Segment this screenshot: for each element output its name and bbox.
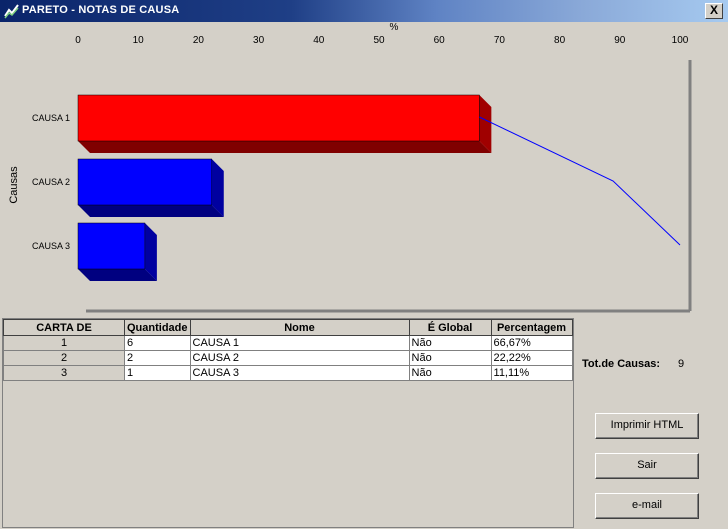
bar	[77, 94, 492, 153]
category-label: CAUSA 2	[32, 177, 70, 187]
exit-button[interactable]: Sair	[595, 453, 699, 479]
chart-title: %	[390, 22, 399, 33]
row-number: 2	[3, 350, 125, 366]
cell-global[interactable]: Não	[408, 335, 492, 351]
cell-global[interactable]: Não	[408, 365, 492, 381]
x-tick-label: 90	[614, 35, 626, 46]
data-grid[interactable]: CARTA DE Quantidade Nome É Global Percen…	[2, 318, 574, 528]
cell-global[interactable]: Não	[408, 350, 492, 366]
col-header-percentagem[interactable]: Percentagem	[490, 319, 573, 336]
cell-percentagem[interactable]: 66,67%	[490, 335, 573, 351]
col-header-carta[interactable]: CARTA DE	[3, 319, 125, 336]
print-html-button[interactable]: Imprimir HTML	[595, 413, 699, 439]
col-header-quantidade[interactable]: Quantidade	[124, 319, 191, 336]
x-tick-label: 10	[133, 35, 145, 46]
total-causes-value: 9	[678, 358, 685, 370]
cell-quantidade[interactable]: 6	[124, 335, 191, 351]
data-table: CARTA DE Quantidade Nome É Global Percen…	[3, 319, 573, 381]
email-button[interactable]: e-mail	[595, 493, 699, 519]
category-label: CAUSA 1	[32, 113, 70, 123]
pareto-chart: 0 10 20 30 40 50 60 70 80 90 100 % Causas CAUSA 1 C…	[2, 22, 724, 314]
x-tick-label: 80	[554, 35, 566, 46]
x-tick-label: 30	[253, 35, 265, 46]
cell-nome[interactable]: CAUSA 3	[189, 365, 410, 381]
x-tick-label: 70	[494, 35, 506, 46]
bar	[77, 158, 224, 217]
table-row[interactable]: 1 6 CAUSA 1 Não 66,67%	[3, 335, 573, 351]
x-tick-label: 50	[373, 35, 385, 46]
app-icon	[4, 4, 19, 19]
table-row[interactable]: 2 2 CAUSA 2 Não 22,22%	[3, 350, 573, 366]
row-number: 3	[3, 365, 125, 381]
category-label: CAUSA 3	[32, 241, 70, 251]
cell-quantidade[interactable]: 2	[124, 350, 191, 366]
cell-percentagem[interactable]: 22,22%	[490, 350, 573, 366]
x-tick-label: 60	[434, 35, 446, 46]
title-bar: PARETO - NOTAS DE CAUSA X	[0, 0, 728, 22]
total-causes-label: Tot.de Causas:	[582, 358, 661, 370]
col-header-global[interactable]: É Global	[408, 319, 492, 336]
table-row[interactable]: 3 1 CAUSA 3 Não 11,11%	[3, 365, 573, 381]
cell-nome[interactable]: CAUSA 2	[189, 350, 410, 366]
y-axis-label: Causas	[8, 166, 20, 204]
row-number: 1	[3, 335, 125, 351]
cell-percentagem[interactable]: 11,11%	[490, 365, 573, 381]
x-tick-label: 20	[193, 35, 205, 46]
close-button[interactable]: X	[705, 3, 723, 19]
x-tick-label: 100	[672, 35, 689, 46]
col-header-nome[interactable]: Nome	[189, 319, 410, 336]
chart-svg: 0 10 20 30 40 50 60 70 80 90 100 % Causas CAUSA 1 C…	[8, 22, 692, 313]
window-title: PARETO - NOTAS DE CAUSA	[22, 4, 180, 16]
bar	[77, 222, 157, 281]
cumulative-line	[479, 116, 681, 246]
cell-quantidade[interactable]: 1	[124, 365, 191, 381]
cell-nome[interactable]: CAUSA 1	[189, 335, 410, 351]
x-tick-label: 40	[313, 35, 325, 46]
x-tick-label: 0	[75, 35, 81, 46]
header-row: CARTA DE Quantidade Nome É Global Percen…	[3, 319, 573, 336]
